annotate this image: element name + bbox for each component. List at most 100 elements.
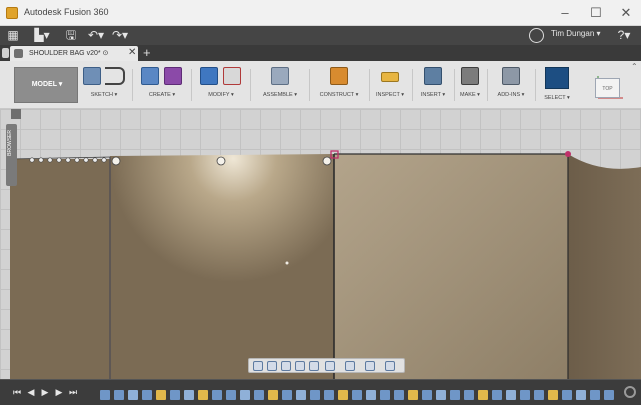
line-tool-icon[interactable] [105, 67, 125, 85]
step-back-icon[interactable]: ◀ [26, 385, 36, 399]
timeline-settings-icon[interactable] [624, 386, 636, 398]
press-pull-icon[interactable] [200, 67, 218, 85]
timeline-feature[interactable] [590, 390, 600, 400]
pan-icon[interactable] [281, 361, 291, 371]
modify-group[interactable]: MODIFY ▾ [195, 64, 247, 104]
new-component-icon[interactable] [271, 67, 289, 85]
timeline-feature[interactable] [156, 390, 166, 400]
select-group[interactable]: SELECT ▾ [538, 64, 576, 106]
job-status-icon[interactable] [529, 28, 544, 43]
file-menu-icon[interactable]: ▙▾ [30, 28, 54, 43]
make-group[interactable]: MAKE ▾ [455, 64, 485, 104]
inspect-group[interactable]: INSPECT ▾ [370, 64, 410, 104]
timeline-feature[interactable] [492, 390, 502, 400]
control-point[interactable] [111, 156, 121, 166]
timeline-feature[interactable] [380, 390, 390, 400]
3d-print-icon[interactable] [461, 67, 479, 85]
orbit-icon[interactable] [253, 361, 263, 371]
timeline-feature[interactable] [226, 390, 236, 400]
sketch-group[interactable]: SKETCH ▾ [80, 64, 128, 104]
create-sketch-icon[interactable] [83, 67, 101, 85]
control-point[interactable] [216, 156, 226, 166]
timeline-feature[interactable] [338, 390, 348, 400]
timeline-feature[interactable] [478, 390, 488, 400]
timeline-feature[interactable] [534, 390, 544, 400]
timeline-feature[interactable] [576, 390, 586, 400]
data-panel-icon[interactable] [2, 48, 9, 58]
user-account-menu[interactable]: Tim Dungan ▾ [551, 29, 601, 38]
create-group[interactable]: CREATE ▾ [136, 64, 188, 104]
go-to-end-icon[interactable]: ⏭ [68, 385, 78, 399]
display-settings-icon[interactable] [345, 361, 355, 371]
graphics-canvas[interactable]: BROWSER [0, 109, 641, 379]
grid-menu-icon[interactable]: ▦ [6, 28, 20, 43]
workspace-switcher[interactable]: MODEL ▾ [14, 67, 78, 103]
close-button[interactable]: ✕ [611, 3, 641, 23]
form-icon[interactable] [164, 67, 182, 85]
timeline-feature[interactable] [562, 390, 572, 400]
fit-icon[interactable] [309, 361, 319, 371]
timeline-feature[interactable] [352, 390, 362, 400]
measure-icon[interactable] [381, 72, 399, 82]
step-forward-icon[interactable]: ▶ [54, 385, 64, 399]
new-tab-button[interactable]: + [143, 45, 151, 60]
timeline-feature[interactable] [170, 390, 180, 400]
left-face[interactable] [10, 159, 110, 379]
timeline-features[interactable] [100, 383, 616, 403]
timeline-feature[interactable] [296, 390, 306, 400]
timeline-feature[interactable] [324, 390, 334, 400]
insert-image-icon[interactable] [424, 67, 442, 85]
zoom-window-icon[interactable] [325, 361, 335, 371]
scripts-addins-icon[interactable] [502, 67, 520, 85]
browser-panel-tab[interactable]: BROWSER [6, 124, 17, 186]
right-face[interactable] [334, 154, 568, 379]
timeline-feature[interactable] [422, 390, 432, 400]
timeline-feature[interactable] [464, 390, 474, 400]
insert-group[interactable]: INSERT ▾ [414, 64, 452, 104]
zoom-icon[interactable] [295, 361, 305, 371]
timeline-feature[interactable] [394, 390, 404, 400]
fillet-icon[interactable] [223, 67, 241, 85]
model-body[interactable] [0, 109, 641, 379]
grid-settings-icon[interactable] [365, 361, 375, 371]
timeline-feature[interactable] [520, 390, 530, 400]
timeline-feature[interactable] [240, 390, 250, 400]
select-cursor-icon[interactable] [545, 67, 569, 89]
selected-point[interactable] [565, 151, 571, 157]
go-to-start-icon[interactable]: ⏮ [12, 385, 22, 399]
timeline-feature[interactable] [548, 390, 558, 400]
timeline-feature[interactable] [282, 390, 292, 400]
viewports-icon[interactable] [385, 361, 395, 371]
origin-point[interactable] [285, 261, 289, 265]
timeline-feature[interactable] [114, 390, 124, 400]
collapse-ribbon-icon[interactable]: ⌃ [631, 62, 638, 71]
timeline-feature[interactable] [128, 390, 138, 400]
look-at-icon[interactable] [267, 361, 277, 371]
save-icon[interactable]: 🖫 [64, 28, 78, 43]
play-icon[interactable]: ▶ [40, 385, 50, 399]
sketch-points-row[interactable] [29, 157, 107, 163]
timeline-feature[interactable] [366, 390, 376, 400]
viewcube-top-face[interactable]: TOP [595, 78, 620, 98]
assemble-group[interactable]: ASSEMBLE ▾ [254, 64, 306, 104]
offset-plane-icon[interactable] [330, 67, 348, 85]
center-face[interactable] [110, 154, 334, 379]
undo-icon[interactable]: ↶▾ [86, 28, 106, 43]
help-icon[interactable]: ?▾ [614, 27, 634, 43]
timeline-feature[interactable] [254, 390, 264, 400]
timeline-feature[interactable] [184, 390, 194, 400]
document-tab[interactable]: SHOULDER BAG v20* ⊙ ✕ [10, 46, 138, 61]
control-point[interactable] [322, 156, 332, 166]
extrude-icon[interactable] [141, 67, 159, 85]
construct-group[interactable]: CONSTRUCT ▾ [311, 64, 367, 104]
timeline-feature[interactable] [100, 390, 110, 400]
timeline-feature[interactable] [198, 390, 208, 400]
timeline-feature[interactable] [310, 390, 320, 400]
far-right-face[interactable] [568, 154, 641, 379]
timeline-feature[interactable] [142, 390, 152, 400]
timeline-feature[interactable] [604, 390, 614, 400]
addins-group[interactable]: ADD-INS ▾ [489, 64, 533, 104]
timeline-feature[interactable] [506, 390, 516, 400]
maximize-button[interactable]: ☐ [581, 3, 611, 23]
close-tab-icon[interactable]: ✕ [128, 47, 136, 58]
